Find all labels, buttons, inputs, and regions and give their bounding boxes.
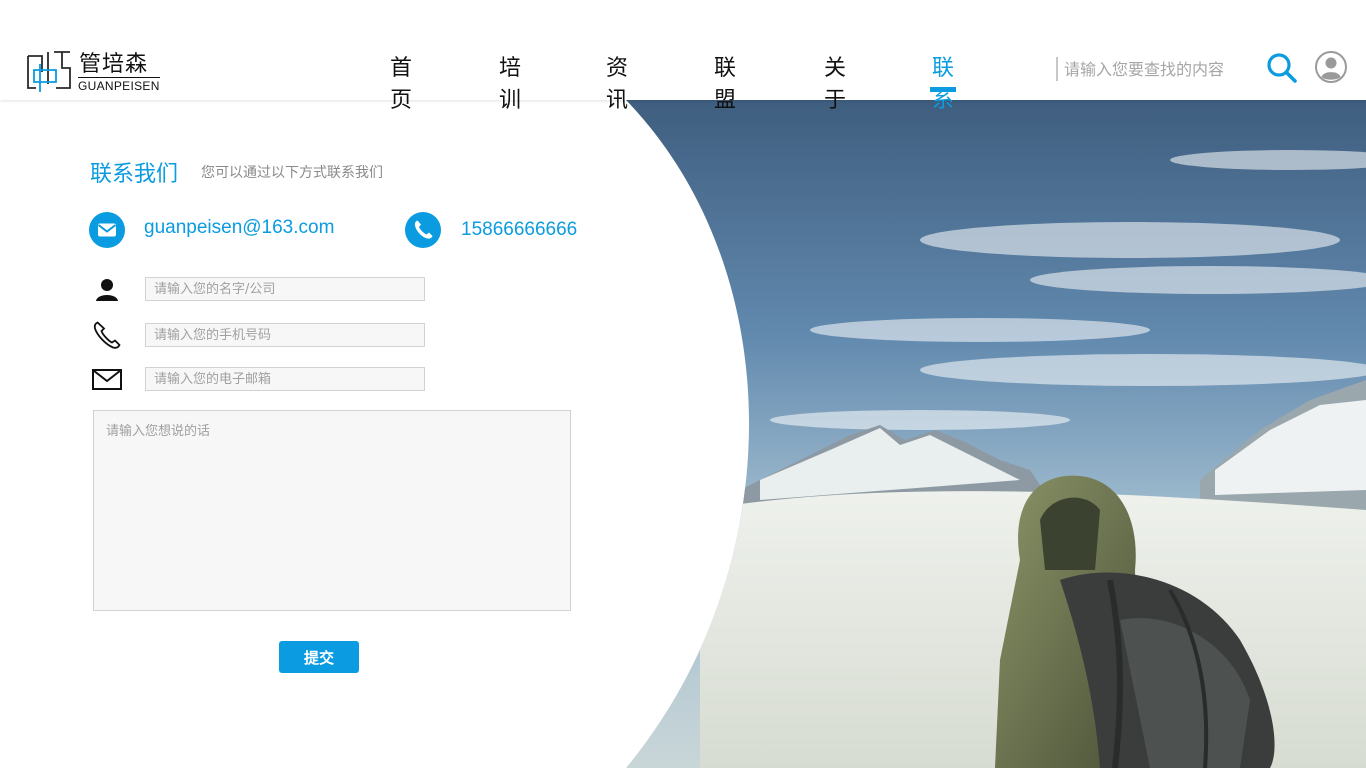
contact-phone[interactable]: 15866666666 [461, 219, 577, 241]
person-icon [90, 275, 124, 305]
brand-name-cn: 管培森 [79, 52, 149, 77]
contact-subtitle: 您可以通过以下方式联系我们 [201, 165, 383, 181]
nav-item-home[interactable]: 首页 [390, 50, 412, 113]
search-icon[interactable] [1266, 52, 1298, 84]
search-divider [1056, 57, 1058, 81]
nav-item-contact-label: 联系 [932, 56, 955, 113]
name-company-field[interactable] [145, 277, 425, 301]
submit-button[interactable]: 提交 [279, 641, 359, 673]
brand-name-en: GUANPEISEN [78, 77, 160, 93]
brand-logo[interactable]: 管培森 GUANPEISEN [26, 46, 166, 94]
email-circle-icon [89, 212, 125, 248]
nav-item-news[interactable]: 资讯 [606, 50, 628, 113]
top-header: 管培森 GUANPEISEN 首页 培训 资讯 联盟 关于 联系 [0, 0, 1366, 113]
phone-outline-icon [90, 320, 124, 350]
contact-title: 联系我们 [90, 162, 179, 187]
email-field[interactable] [145, 367, 425, 391]
contact-email[interactable]: guanpeisen@163.com [144, 217, 334, 239]
nav-item-contact[interactable]: 联系 [930, 50, 957, 113]
nav-item-alliance[interactable]: 联盟 [714, 50, 736, 113]
envelope-outline-icon [90, 365, 124, 395]
nav-item-training[interactable]: 培训 [499, 50, 521, 113]
nav-item-about[interactable]: 关于 [824, 50, 846, 113]
phone-field[interactable] [145, 323, 425, 347]
logo-mark-icon [27, 51, 71, 92]
phone-circle-icon [405, 212, 441, 248]
message-textarea[interactable] [93, 410, 571, 611]
search-input[interactable] [1064, 56, 1254, 82]
nav-active-underline [930, 87, 957, 92]
user-avatar-icon[interactable] [1314, 50, 1348, 84]
